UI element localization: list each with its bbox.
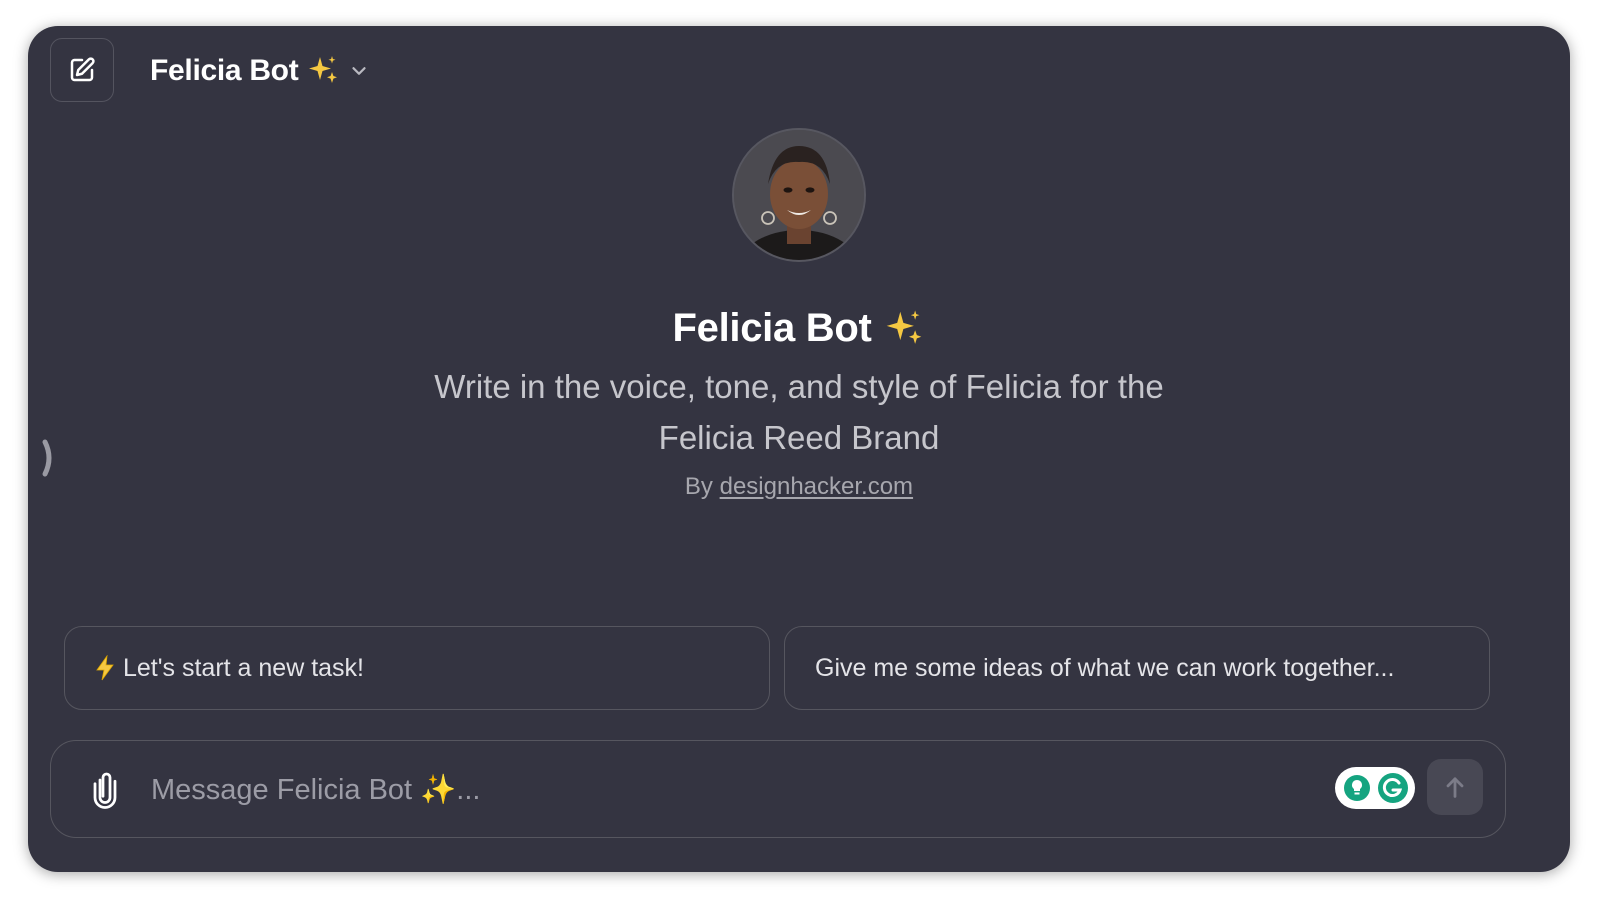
paperclip-icon [93,772,117,809]
chat-window: Felicia Bot Felicia Bot Write in the voi… [28,26,1570,872]
grammarly-icon [1377,773,1408,803]
bot-description: Write in the voice, tone, and style of F… [434,368,1164,456]
message-composer [50,740,1506,838]
model-selector[interactable]: Felicia Bot [150,48,370,94]
message-input[interactable] [149,763,1223,817]
portrait-image [734,130,864,260]
grammarly-widget[interactable] [1335,767,1415,809]
bot-avatar [732,128,866,262]
edit-pencil-icon [70,57,95,82]
author-prefix: By [684,473,713,500]
chevron-down-icon [352,67,367,75]
new-chat-button[interactable] [50,38,114,102]
arrow-up-icon [1446,777,1464,798]
lightbulb-icon [1343,775,1370,801]
bot-name: Felicia Bot [672,306,872,350]
conversation-starter-1[interactable]: Let's start a new task! [64,626,770,710]
lightning-bolt-icon [95,655,115,681]
sparkles-icon [887,309,922,344]
author-link[interactable]: designhacker.com [720,473,913,500]
model-name: Felicia Bot [150,54,299,87]
send-button[interactable] [1427,759,1483,815]
sparkles-icon [309,56,338,83]
bot-title: Felicia Bot [28,306,1570,351]
starter-label: Give me some ideas of what we can work t… [815,653,1395,682]
starter-label: Let's start a new task! [123,653,364,682]
bot-author: By designhacker.com [28,473,1570,501]
bot-intro: Felicia Bot Write in the voice, tone, an… [28,128,1570,501]
conversation-starter-2[interactable]: Give me some ideas of what we can work t… [784,626,1490,710]
attach-button[interactable] [85,768,125,812]
